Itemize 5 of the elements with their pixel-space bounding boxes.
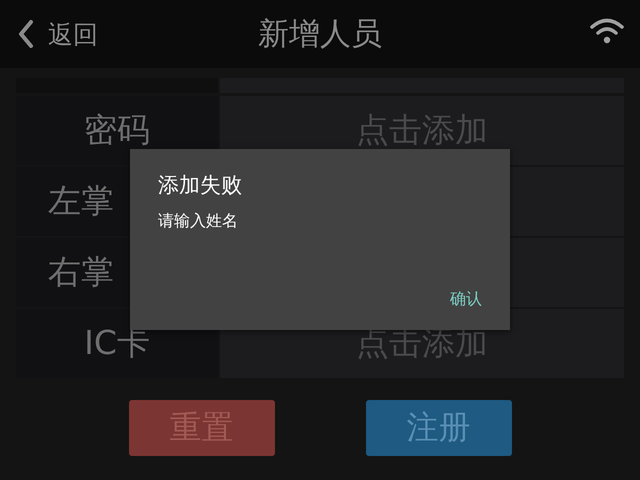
screen-title: 新增人员 bbox=[258, 15, 382, 54]
register-button[interactable]: 注册 bbox=[366, 400, 512, 456]
back-button[interactable]: 返回 bbox=[18, 18, 98, 50]
confirm-button[interactable]: 确认 bbox=[446, 287, 486, 312]
wifi-icon bbox=[590, 18, 624, 44]
